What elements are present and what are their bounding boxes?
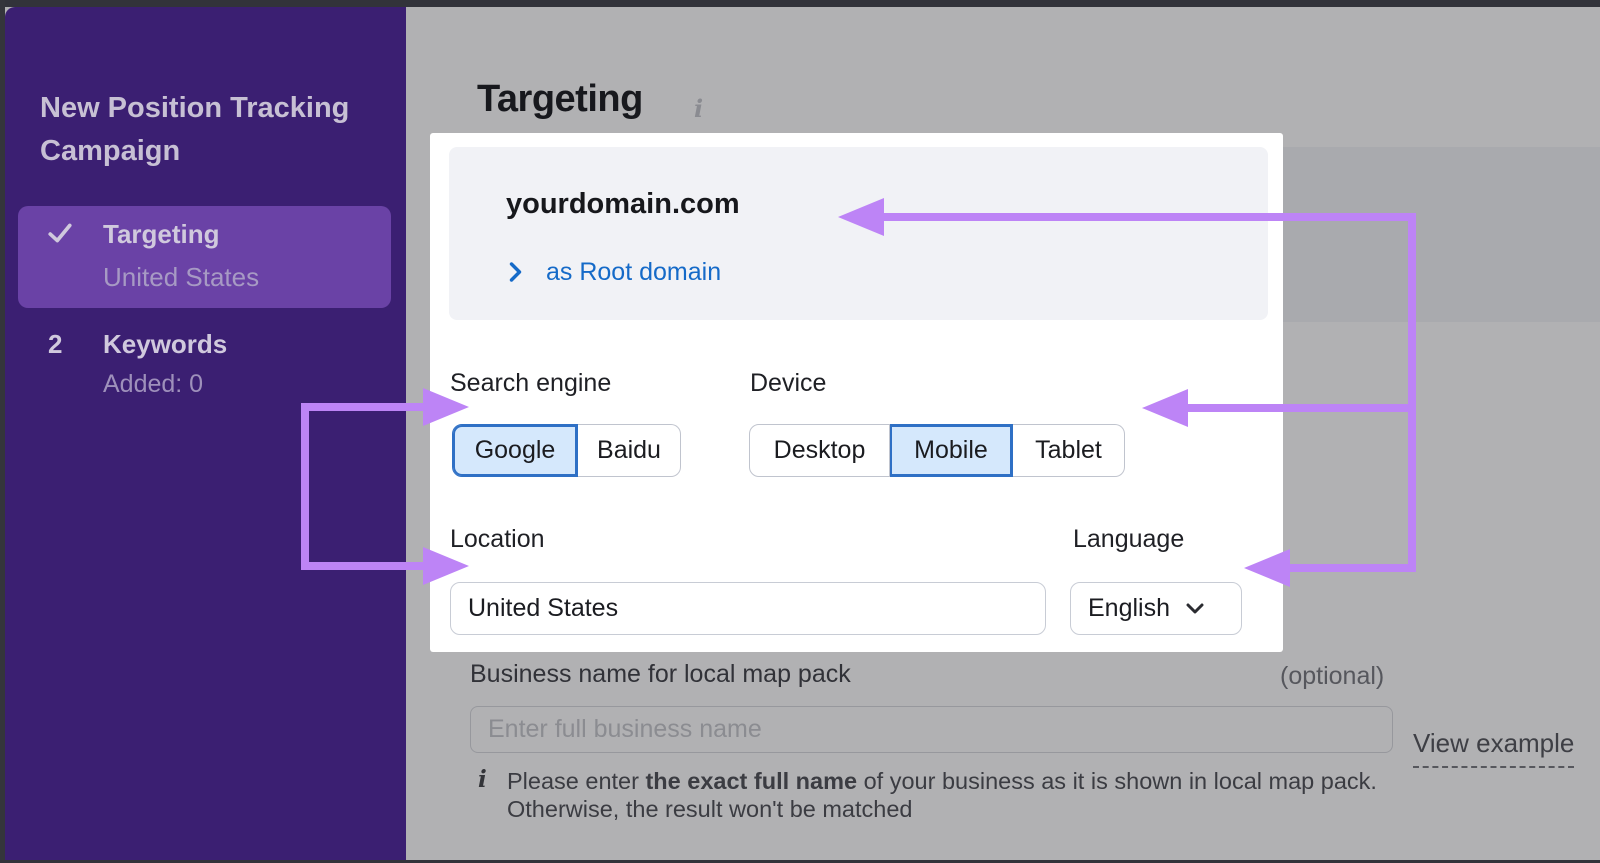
view-example-link[interactable]: View example bbox=[1413, 728, 1575, 768]
window-frame-top bbox=[0, 0, 1600, 7]
search-engine-toggle: Google Baidu bbox=[452, 424, 681, 477]
search-engine-label: Search engine bbox=[450, 369, 612, 397]
step-targeting-label: Targeting bbox=[103, 219, 220, 249]
info-icon[interactable]: i bbox=[694, 94, 703, 123]
annotation-line-search-engine bbox=[301, 403, 423, 411]
device-label: Device bbox=[750, 369, 827, 397]
dimmed-domain-row-band bbox=[1283, 147, 1600, 322]
app-window: New Position Tracking Campaign Targeting… bbox=[0, 0, 1600, 863]
root-domain-link[interactable]: as Root domain bbox=[509, 257, 721, 287]
note-suffix: of your business as it is shown in local… bbox=[857, 768, 1377, 794]
step-keywords-label: Keywords bbox=[103, 329, 228, 359]
device-option-tablet[interactable]: Tablet bbox=[1013, 424, 1125, 477]
search-engine-option-baidu[interactable]: Baidu bbox=[578, 424, 681, 477]
note-info-icon: i bbox=[478, 766, 487, 793]
arrowhead-device-icon bbox=[1142, 389, 1188, 427]
annotation-line-device bbox=[1188, 404, 1410, 412]
arrowhead-search-engine-icon bbox=[423, 388, 469, 426]
step-keywords-sublabel: Added: 0 bbox=[103, 370, 204, 398]
search-engine-option-google[interactable]: Google bbox=[452, 424, 578, 477]
device-option-desktop[interactable]: Desktop bbox=[749, 424, 890, 477]
annotation-line-left-vertical bbox=[301, 403, 309, 570]
arrowhead-domain-icon bbox=[838, 198, 884, 236]
optional-label: (optional) bbox=[1280, 662, 1385, 690]
annotation-line-location bbox=[301, 562, 423, 570]
device-option-mobile[interactable]: Mobile bbox=[890, 424, 1013, 477]
location-input[interactable] bbox=[450, 582, 1046, 635]
chevron-right-icon bbox=[509, 262, 522, 282]
language-selected-value: English bbox=[1088, 594, 1170, 622]
domain-name: yourdomain.com bbox=[506, 188, 740, 220]
root-domain-label: as Root domain bbox=[546, 257, 722, 286]
arrowhead-language-icon bbox=[1244, 549, 1290, 587]
arrowhead-location-icon bbox=[423, 547, 469, 585]
check-icon bbox=[48, 223, 72, 243]
wizard-title: New Position Tracking Campaign bbox=[40, 92, 350, 167]
step-keywords-number: 2 bbox=[48, 329, 63, 359]
business-note-line2: Otherwise, the result won't be matched bbox=[507, 796, 913, 822]
language-label: Language bbox=[1073, 525, 1185, 553]
annotation-line-right-vertical bbox=[1408, 213, 1416, 572]
device-toggle: Desktop Mobile Tablet bbox=[749, 424, 1125, 477]
language-select[interactable]: English bbox=[1070, 582, 1242, 635]
annotation-line-domain bbox=[884, 213, 1416, 221]
page-title: Targeting bbox=[477, 78, 643, 120]
chevron-down-icon bbox=[1186, 603, 1204, 614]
business-note-line1: Please enter the exact full name of your… bbox=[507, 768, 1377, 795]
wizard-sidebar: New Position Tracking Campaign Targeting… bbox=[5, 7, 406, 863]
business-name-label: Business name for local map pack bbox=[470, 660, 851, 688]
business-name-input[interactable] bbox=[470, 706, 1393, 753]
annotation-line-language bbox=[1290, 564, 1410, 572]
note-bold: the exact full name bbox=[645, 768, 858, 794]
step-targeting-sublabel: United States bbox=[103, 262, 260, 292]
note-prefix: Please enter bbox=[507, 768, 646, 794]
